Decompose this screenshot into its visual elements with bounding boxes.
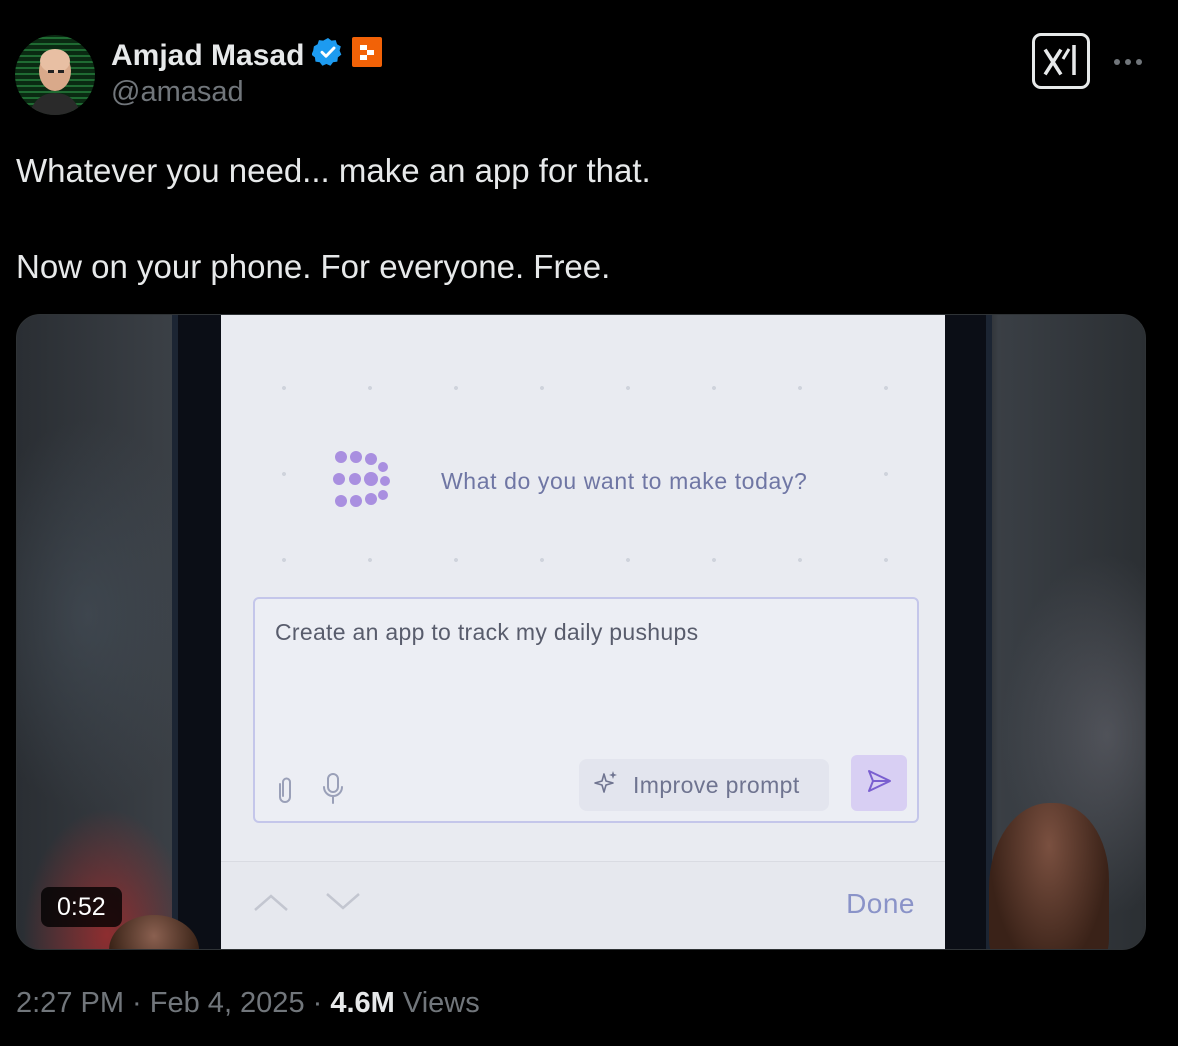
prompt-question: What do you want to make today? bbox=[435, 463, 814, 499]
more-dots-icon[interactable] bbox=[1110, 44, 1146, 80]
author-name-row[interactable]: Amjad Masad bbox=[111, 36, 383, 76]
replit-logo-icon bbox=[331, 449, 391, 514]
tweet-text-line-2: Now on your phone. For everyone. Free. bbox=[16, 248, 611, 285]
phone-screen: What do you want to make today? Create a… bbox=[221, 315, 945, 949]
chevron-down-icon[interactable] bbox=[325, 892, 361, 917]
prompt-input[interactable]: Create an app to track my daily pushups bbox=[253, 597, 919, 823]
tweet-date[interactable]: Feb 4, 2025 bbox=[150, 987, 305, 1019]
views-count: 4.6M bbox=[330, 987, 395, 1019]
prompt-header: What do you want to make today? bbox=[331, 450, 831, 512]
meta-separator: · bbox=[304, 987, 331, 1019]
tweet-time[interactable]: 2:27 PM bbox=[16, 987, 124, 1019]
verified-badge-icon bbox=[311, 36, 344, 76]
done-button[interactable]: Done bbox=[846, 888, 915, 920]
tweet-text-line-1: Whatever you need... make an app for tha… bbox=[16, 152, 651, 189]
paperclip-icon[interactable] bbox=[273, 775, 297, 810]
avatar[interactable] bbox=[15, 35, 95, 115]
send-button[interactable] bbox=[851, 755, 907, 811]
send-icon bbox=[865, 767, 893, 800]
author-display-name[interactable]: Amjad Masad bbox=[111, 39, 304, 73]
tweet-meta: 2:27 PM · Feb 4, 2025 · 4.6M Views bbox=[16, 987, 480, 1020]
improve-prompt-button[interactable]: Improve prompt bbox=[579, 759, 829, 811]
author-handle[interactable]: @amasad bbox=[111, 76, 244, 109]
replit-affiliate-icon[interactable] bbox=[352, 37, 383, 75]
meta-separator: · bbox=[124, 987, 150, 1019]
video-player[interactable]: What do you want to make today? Create a… bbox=[16, 314, 1146, 950]
finger-right bbox=[989, 803, 1109, 949]
chevron-up-icon[interactable] bbox=[253, 892, 289, 917]
prompt-input-value: Create an app to track my daily pushups bbox=[275, 619, 699, 645]
views-label: Views bbox=[394, 987, 480, 1019]
keyboard-toolbar: Done bbox=[221, 861, 945, 949]
microphone-icon[interactable] bbox=[321, 772, 345, 811]
video-duration-badge: 0:52 bbox=[41, 887, 122, 927]
sparkle-icon bbox=[593, 770, 619, 801]
xai-logo-icon[interactable] bbox=[1032, 33, 1090, 89]
improve-prompt-label: Improve prompt bbox=[633, 771, 800, 798]
